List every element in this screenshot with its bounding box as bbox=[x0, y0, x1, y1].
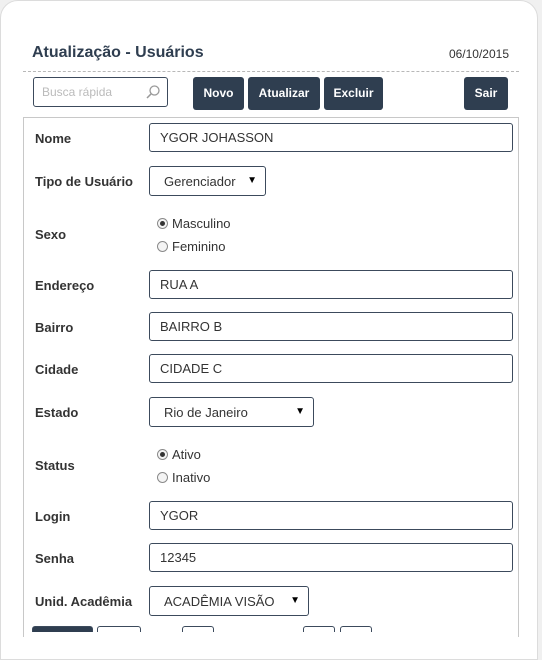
cidade-field[interactable] bbox=[149, 354, 513, 383]
current-date: 06/10/2015 bbox=[448, 47, 509, 61]
nome-label: Nome bbox=[35, 131, 72, 146]
delete-button[interactable]: Excluir bbox=[324, 77, 383, 110]
unid-academia-select[interactable]: ACADÊMIA VISÃO ▼ bbox=[149, 586, 309, 616]
endereco-label: Endereço bbox=[35, 278, 95, 293]
login-field[interactable] bbox=[149, 501, 513, 530]
search-icon[interactable] bbox=[145, 84, 161, 100]
tipo-usuario-select[interactable]: Gerenciador ▼ bbox=[149, 166, 266, 196]
bairro-label: Bairro bbox=[35, 320, 74, 335]
senha-label: Senha bbox=[35, 551, 75, 566]
user-form: Nome Tipo de Usuário Gerenciador ▼ Sexo … bbox=[23, 117, 519, 637]
bairro-field[interactable] bbox=[149, 312, 513, 341]
sexo-label: Sexo bbox=[35, 227, 67, 242]
exit-button[interactable]: Sair bbox=[464, 77, 508, 110]
page-title: Atualização - Usuários bbox=[32, 44, 204, 61]
quick-search[interactable] bbox=[33, 77, 168, 107]
sexo-option-label: Masculino bbox=[172, 216, 231, 231]
estado-select[interactable]: Rio de Janeiro ▼ bbox=[149, 397, 314, 427]
radio-checked-icon[interactable] bbox=[157, 449, 168, 460]
sexo-option-label: Feminino bbox=[172, 239, 226, 254]
status-option-label: Inativo bbox=[172, 470, 211, 485]
new-button[interactable]: Novo bbox=[193, 77, 244, 110]
cidade-label: Cidade bbox=[35, 362, 79, 377]
endereco-field[interactable] bbox=[149, 270, 513, 299]
estado-value: Rio de Janeiro bbox=[164, 405, 248, 420]
bottom-control[interactable] bbox=[303, 626, 335, 632]
page-header: Atualização - Usuários 06/10/2015 bbox=[23, 41, 519, 72]
chevron-down-icon: ▼ bbox=[290, 595, 300, 606]
radio-checked-icon[interactable] bbox=[157, 218, 168, 229]
radio-unchecked-icon[interactable] bbox=[157, 241, 168, 252]
bottom-control[interactable] bbox=[182, 626, 214, 632]
status-label: Status bbox=[35, 458, 75, 473]
chevron-down-icon: ▼ bbox=[247, 175, 257, 186]
tipo-usuario-value: Gerenciador bbox=[164, 174, 236, 189]
unid-academia-value: ACADÊMIA VISÃO bbox=[164, 594, 275, 609]
estado-label: Estado bbox=[35, 405, 79, 420]
bottom-control[interactable] bbox=[340, 626, 372, 632]
update-button[interactable]: Atualizar bbox=[248, 77, 320, 110]
nome-field[interactable] bbox=[149, 123, 513, 152]
radio-unchecked-icon[interactable] bbox=[157, 472, 168, 483]
chevron-down-icon: ▼ bbox=[295, 406, 305, 417]
tipo-usuario-label: Tipo de Usuário bbox=[35, 174, 133, 189]
senha-field[interactable] bbox=[149, 543, 513, 572]
login-label: Login bbox=[35, 509, 71, 524]
status-option-label: Ativo bbox=[172, 447, 201, 462]
form-card: Atualização - Usuários 06/10/2015 Novo A… bbox=[0, 0, 538, 660]
unid-academia-label: Unid. Acadêmia bbox=[35, 594, 133, 609]
bottom-button-primary[interactable] bbox=[32, 626, 93, 632]
search-input[interactable] bbox=[34, 78, 150, 106]
bottom-button-secondary[interactable] bbox=[97, 626, 141, 632]
